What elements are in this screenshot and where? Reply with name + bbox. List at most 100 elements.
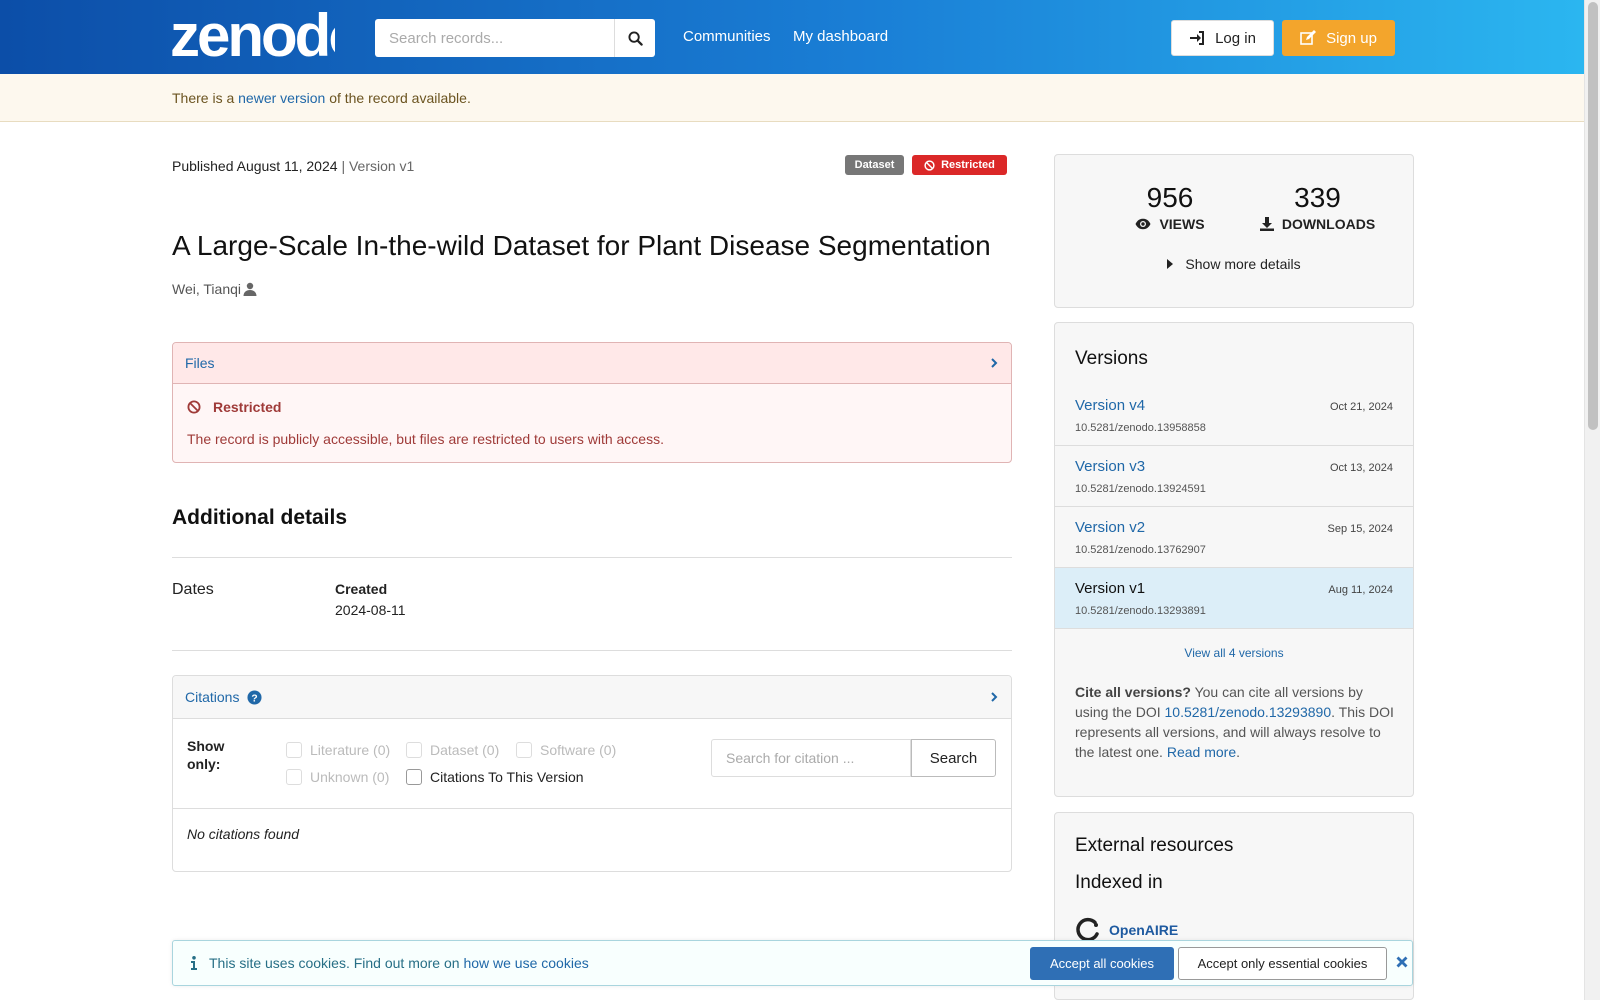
ban-icon [924,159,935,171]
page-scrollbar[interactable] [1584,0,1600,1000]
checkbox[interactable] [286,742,302,758]
version-item-v4[interactable]: Version v4 Oct 21, 2024 10.5281/zenodo.1… [1055,385,1413,446]
version-date: Aug 11, 2024 [1328,584,1393,596]
filter-label: Literature (0) [310,742,391,758]
info-icon [191,956,197,970]
nav-communities[interactable]: Communities [683,28,771,45]
period: . [1236,744,1240,760]
svg-text:zenodo: zenodo [170,6,335,64]
top-header: zenodo Communities My dashboard Log in S… [0,0,1584,74]
published-date: Published August 11, 2024 [172,158,338,174]
downloads-label: DOWNLOADS [1281,216,1376,232]
show-more-details-toggle[interactable]: Show more details [1055,256,1413,272]
version-link[interactable]: Version v3 [1075,458,1145,475]
login-button[interactable]: Log in [1171,20,1274,56]
filter-label: Software (0) [540,742,617,758]
restricted-message: The record is publicly accessible, but f… [187,431,664,447]
views-stat: 956 VIEWS [1120,182,1220,232]
author-name[interactable]: Wei, Tianqi [172,281,241,297]
user-icon [243,282,257,296]
views-count: 956 [1146,182,1194,213]
version-link[interactable]: Version v2 [1075,519,1145,536]
signup-button[interactable]: Sign up [1282,20,1395,56]
divider [172,557,1012,558]
restricted-title: Restricted [213,399,282,415]
accept-essential-cookies-button[interactable]: Accept only essential cookies [1178,947,1387,980]
version-item-v1-current: Version v1 Aug 11, 2024 10.5281/zenodo.1… [1055,568,1413,629]
citations-label[interactable]: Citations [185,689,239,705]
openaire-label[interactable]: OpenAIRE [1109,922,1178,938]
checkbox[interactable] [286,769,302,785]
citation-search-input[interactable] [711,739,911,777]
login-label: Log in [1215,29,1256,47]
version-date: Sep 15, 2024 [1327,523,1393,535]
versions-title: Versions [1075,348,1148,369]
version-doi: 10.5281/zenodo.13293891 [1075,605,1206,617]
no-citations-message: No citations found [187,826,300,842]
cookie-banner: This site uses cookies. Find out more on… [172,940,1413,986]
caret-right-icon [1167,259,1174,269]
view-all-versions-link[interactable]: View all 4 versions [1055,646,1413,660]
citations-accordion-header[interactable]: Citations ? [173,676,1011,719]
filter-software[interactable]: Software (0) [516,742,616,758]
stats-panel: 956 VIEWS 339 DOWNLOADS Show more detail… [1054,154,1414,308]
accept-all-cookies-button[interactable]: Accept all cookies [1030,947,1174,980]
sign-in-icon [1190,31,1205,45]
signup-label: Sign up [1326,29,1377,47]
badge-type-label: Dataset [854,159,895,171]
cookie-policy-link[interactable]: how we use cookies [463,955,588,971]
version-doi: 10.5281/zenodo.13924591 [1075,483,1206,495]
files-label[interactable]: Files [185,355,215,371]
version-date: Oct 13, 2024 [1330,462,1393,474]
download-icon [1259,217,1274,231]
chevron-right-icon [991,692,998,702]
cite-all-heading: Cite all versions? [1075,684,1191,700]
version-item-v3[interactable]: Version v3 Oct 13, 2024 10.5281/zenodo.1… [1055,446,1413,507]
citation-search-button[interactable]: Search [911,739,996,777]
badge-access-label: Restricted [941,159,995,171]
nav-my-dashboard[interactable]: My dashboard [793,28,888,45]
concept-doi-link[interactable]: 10.5281/zenodo.13293890 [1165,704,1332,720]
files-panel: Files Restricted The record is publicly … [172,342,1012,463]
help-icon[interactable]: ? [247,689,262,705]
search-box [375,19,655,57]
banner-prefix: There is a [172,90,235,106]
filter-this-version[interactable]: Citations To This Version [406,769,584,785]
checkbox[interactable] [516,742,532,758]
versions-panel: Versions Version v4 Oct 21, 2024 10.5281… [1054,322,1414,797]
additional-details-title: Additional details [172,506,348,529]
version-link[interactable]: Version v4 [1075,397,1145,414]
newer-version-link[interactable]: newer version [238,90,325,106]
newer-version-banner: There is a newer version of the record a… [0,74,1584,122]
search-icon [627,30,643,46]
divider [172,650,1012,651]
citations-panel: Citations ? Show only: Literature (0) Da… [172,675,1012,872]
filter-dataset[interactable]: Dataset (0) [406,742,499,758]
filter-label: Unknown (0) [310,769,390,785]
cite-all-versions: Cite all versions? You can cite all vers… [1075,682,1400,762]
close-cookie-banner-button[interactable] [1394,953,1410,971]
svg-text:?: ? [252,693,258,704]
search-input[interactable] [375,19,614,57]
cookie-text: This site uses cookies. Find out more on [209,955,460,971]
publication-info: Published August 11, 2024 | Version v1 [172,158,414,174]
checkbox[interactable] [406,742,422,758]
show-more-label: Show more details [1185,256,1301,272]
scrollbar-thumb[interactable] [1588,2,1598,430]
author[interactable]: Wei, Tianqi [172,281,257,297]
views-label: VIEWS [1159,216,1205,232]
divider [173,808,1011,809]
zenodo-logo[interactable]: zenodo [170,6,335,64]
filter-literature[interactable]: Literature (0) [286,742,390,758]
files-accordion-header[interactable]: Files [173,343,1011,384]
filter-unknown[interactable]: Unknown (0) [286,769,389,785]
eye-icon [1135,218,1151,230]
checkbox[interactable] [406,769,422,785]
edit-icon [1300,30,1317,45]
version-item-v2[interactable]: Version v2 Sep 15, 2024 10.5281/zenodo.1… [1055,507,1413,568]
restricted-heading: Restricted [187,399,281,415]
indexed-in-title: Indexed in [1075,872,1163,893]
chevron-right-icon [991,358,998,368]
read-more-link[interactable]: Read more [1167,744,1236,760]
search-button[interactable] [614,19,655,57]
